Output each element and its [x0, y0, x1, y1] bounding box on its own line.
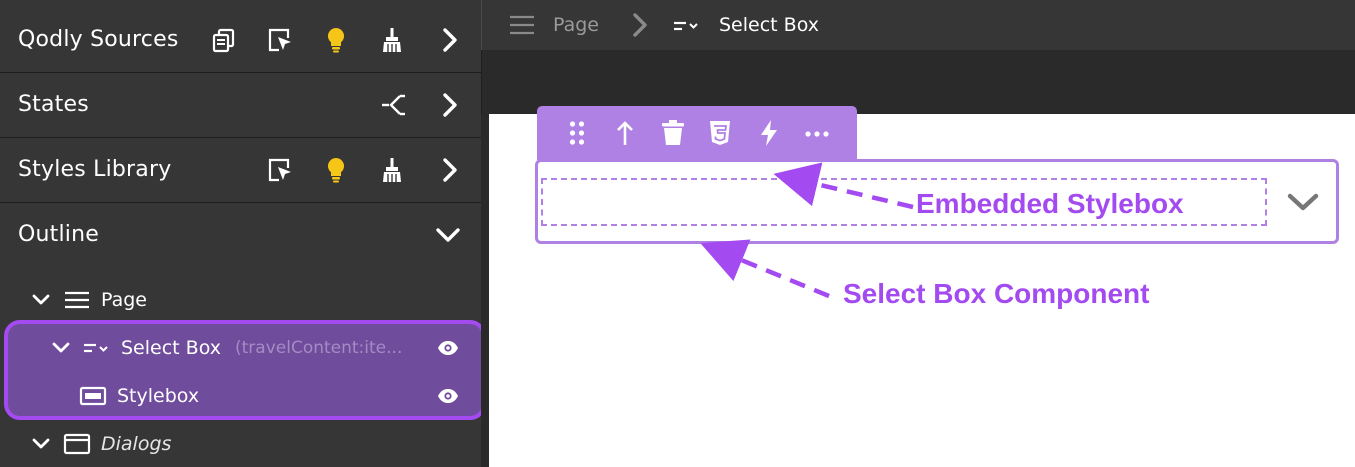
- chevron-down-icon[interactable]: [31, 434, 51, 454]
- tree-label-dialogs: Dialogs: [101, 433, 172, 455]
- breadcrumb-item-select-box[interactable]: Select Box: [719, 0, 819, 50]
- select-parent-arrow-icon[interactable]: [612, 119, 638, 147]
- chevron-right-icon[interactable]: [436, 156, 464, 184]
- css-icon[interactable]: [707, 119, 733, 147]
- canvas-gutter: [481, 114, 489, 467]
- dialog-window-icon: [63, 433, 91, 455]
- tree-item-dialogs[interactable]: Dialogs: [0, 420, 481, 467]
- eye-icon[interactable]: [437, 386, 459, 406]
- section-styles-library[interactable]: Styles Library: [0, 138, 481, 203]
- more-options-icon[interactable]: [804, 119, 830, 147]
- select-element-icon[interactable]: [266, 156, 294, 184]
- stylebox-icon: [79, 385, 107, 407]
- breadcrumb: Page Select Box: [481, 0, 1355, 50]
- tree-item-select-box[interactable]: Select Box (travelContent:ite...: [0, 324, 481, 372]
- eye-icon[interactable]: [437, 338, 459, 358]
- trash-icon[interactable]: [660, 119, 686, 147]
- tree-item-page[interactable]: Page: [0, 276, 481, 324]
- select-element-icon[interactable]: [266, 26, 294, 54]
- lightbulb-icon[interactable]: [322, 26, 350, 54]
- page-lines-icon: [63, 289, 91, 311]
- duplicate-icon[interactable]: [210, 26, 238, 54]
- section-outline[interactable]: Outline: [0, 203, 481, 268]
- lightbulb-icon[interactable]: [322, 156, 350, 184]
- tree-label-select-box: Select Box: [121, 337, 221, 359]
- chevron-right-icon[interactable]: [436, 26, 464, 54]
- chevron-down-icon[interactable]: [51, 338, 71, 358]
- page-lines-icon: [508, 13, 536, 41]
- tree-label-page: Page: [101, 289, 147, 311]
- chevron-right-icon: [630, 13, 650, 41]
- breadcrumb-item-page[interactable]: Page: [553, 0, 599, 50]
- section-title-outline: Outline: [18, 222, 99, 247]
- chevron-down-icon[interactable]: [434, 221, 462, 249]
- broom-icon[interactable]: [378, 26, 406, 54]
- component-toolbar: [537, 106, 857, 160]
- left-panel: Qodly Sources States Styles Library Outl…: [0, 0, 486, 467]
- section-title-states: States: [18, 92, 89, 117]
- annotation-embedded-stylebox: Embedded Stylebox: [916, 188, 1184, 219]
- section-states[interactable]: States: [0, 73, 481, 138]
- canvas-top-strip: [481, 50, 1355, 114]
- drag-handle-icon[interactable]: [564, 119, 590, 147]
- chevron-down-icon[interactable]: [1286, 188, 1320, 216]
- chevron-down-icon[interactable]: [31, 290, 51, 310]
- chevron-right-icon[interactable]: [436, 91, 464, 119]
- tree-item-stylebox[interactable]: Stylebox: [0, 372, 481, 420]
- events-lightning-icon[interactable]: [756, 119, 782, 147]
- states-branch-icon[interactable]: [380, 91, 408, 119]
- tree-label-stylebox: Stylebox: [117, 385, 200, 407]
- tree-datasource-label: (travelContent:ite...: [235, 338, 403, 358]
- section-title-qodly-sources: Qodly Sources: [18, 27, 179, 52]
- annotation-select-box-component: Select Box Component: [843, 278, 1150, 309]
- select-box-icon: [82, 337, 110, 359]
- section-title-styles-library: Styles Library: [18, 157, 172, 182]
- select-box-icon: [672, 13, 700, 41]
- broom-icon[interactable]: [378, 156, 406, 184]
- section-qodly-sources[interactable]: Qodly Sources: [0, 8, 481, 73]
